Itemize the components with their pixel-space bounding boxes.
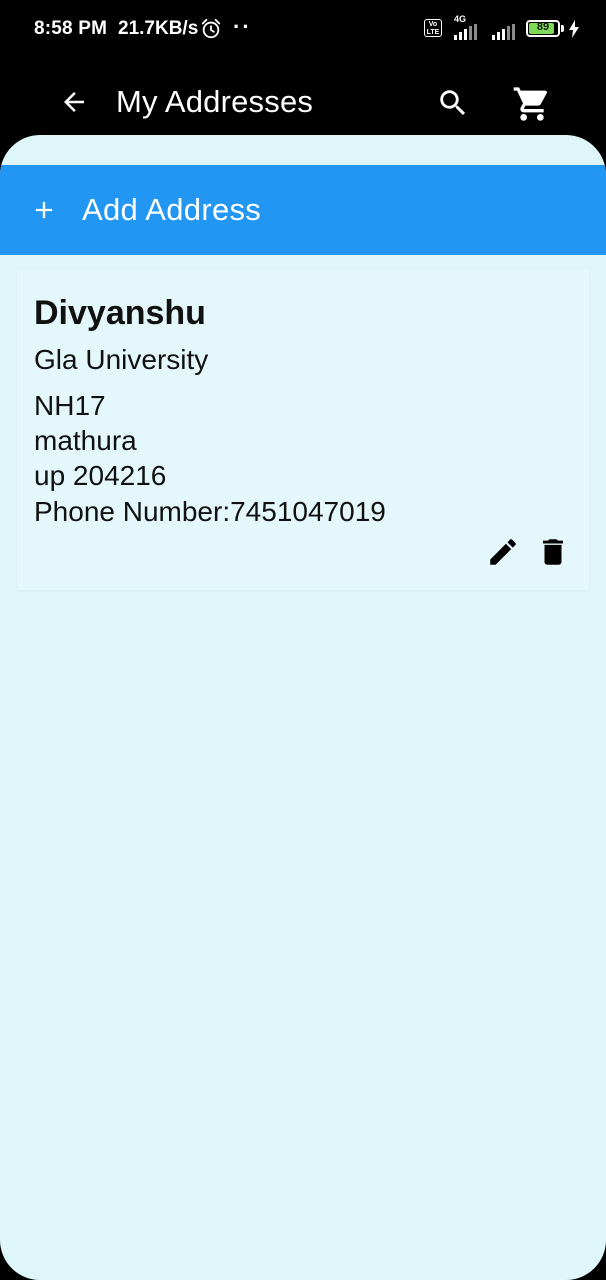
cart-icon: [513, 87, 548, 121]
signal-icon-sim2: [492, 24, 515, 40]
page-title: My Addresses: [116, 84, 314, 119]
network-type-label: 4G: [454, 14, 467, 24]
address-phone: Phone Number:7451047019: [34, 496, 386, 528]
battery-level: 89: [536, 21, 550, 33]
volte-icon: Vo LTE: [424, 19, 442, 37]
signal-icon: [454, 24, 477, 40]
address-card[interactable]: Divyanshu Gla University NH17 mathura up…: [17, 270, 589, 590]
charging-icon: [569, 20, 579, 38]
status-time: 8:58 PM: [34, 18, 108, 39]
app-bar: My Addresses: [0, 60, 606, 140]
status-network-speed: 21.7KB/s: [118, 18, 199, 39]
address-state-pin: up 204216: [34, 460, 167, 491]
address-city: mathura: [34, 425, 137, 456]
edit-address-button[interactable]: [483, 532, 523, 572]
search-button[interactable]: [432, 82, 474, 124]
status-bar: 8:58 PM 21.7KB/s ·· Vo LTE 4G 89: [0, 0, 606, 60]
search-icon: [440, 90, 466, 116]
address-line-2: NH17: [34, 390, 106, 421]
plus-icon: [35, 201, 53, 219]
address-name: Divyanshu: [34, 294, 206, 332]
phone-number: 7451047019: [230, 496, 386, 527]
battery-tip: [561, 25, 564, 32]
add-address-button[interactable]: Add Address: [0, 165, 606, 255]
back-arrow-icon: [64, 92, 84, 112]
address-line-1: Gla University: [34, 344, 209, 375]
alarm-icon: [201, 18, 221, 39]
add-address-label: Add Address: [82, 192, 262, 227]
status-notification-dots: ··: [233, 14, 252, 39]
edit-icon: [490, 539, 516, 565]
cart-button[interactable]: [510, 82, 554, 126]
content-panel: Add Address Divyanshu Gla University NH1…: [0, 135, 606, 1280]
delete-icon: [543, 539, 563, 565]
delete-address-button[interactable]: [533, 532, 573, 572]
back-button[interactable]: [54, 82, 94, 122]
battery-icon: 89: [526, 20, 560, 37]
phone-label: Phone Number:: [34, 496, 231, 527]
